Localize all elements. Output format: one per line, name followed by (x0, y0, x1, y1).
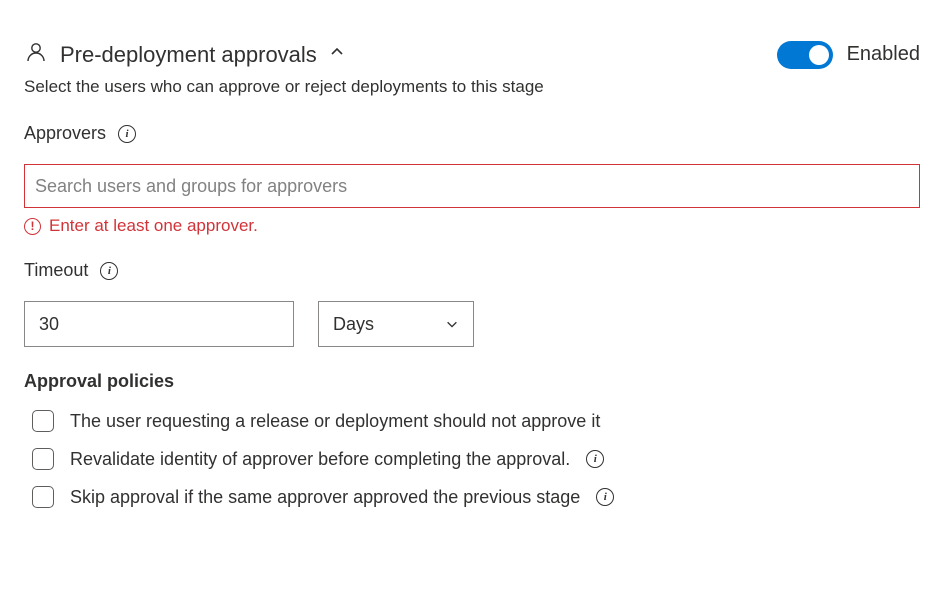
policy-checkbox-skip[interactable] (32, 486, 54, 508)
chevron-down-icon (445, 317, 459, 331)
policy-checkbox-revalidate[interactable] (32, 448, 54, 470)
info-icon[interactable]: i (100, 262, 118, 280)
chevron-up-icon[interactable] (329, 44, 345, 65)
info-icon[interactable]: i (596, 488, 614, 506)
timeout-label: Timeout (24, 260, 88, 281)
error-icon: ! (24, 218, 41, 235)
policy-label: Revalidate identity of approver before c… (70, 449, 570, 470)
section-subtitle: Select the users who can approve or reje… (24, 77, 920, 97)
approvers-search-input[interactable] (24, 164, 920, 208)
enabled-toggle[interactable] (777, 41, 833, 69)
timeout-unit-label: Days (333, 314, 374, 335)
policy-label: Skip approval if the same approver appro… (70, 487, 580, 508)
toggle-label: Enabled (847, 43, 920, 66)
person-icon (24, 40, 48, 69)
policy-label: The user requesting a release or deploym… (70, 411, 600, 432)
approvers-error-text: Enter at least one approver. (49, 216, 258, 236)
section-title: Pre-deployment approvals (60, 42, 317, 68)
policy-checkbox-requester[interactable] (32, 410, 54, 432)
timeout-unit-select[interactable]: Days (318, 301, 474, 347)
policies-heading: Approval policies (24, 371, 920, 392)
timeout-value-input[interactable] (24, 301, 294, 347)
info-icon[interactable]: i (118, 125, 136, 143)
approvers-label: Approvers (24, 123, 106, 144)
info-icon[interactable]: i (586, 450, 604, 468)
